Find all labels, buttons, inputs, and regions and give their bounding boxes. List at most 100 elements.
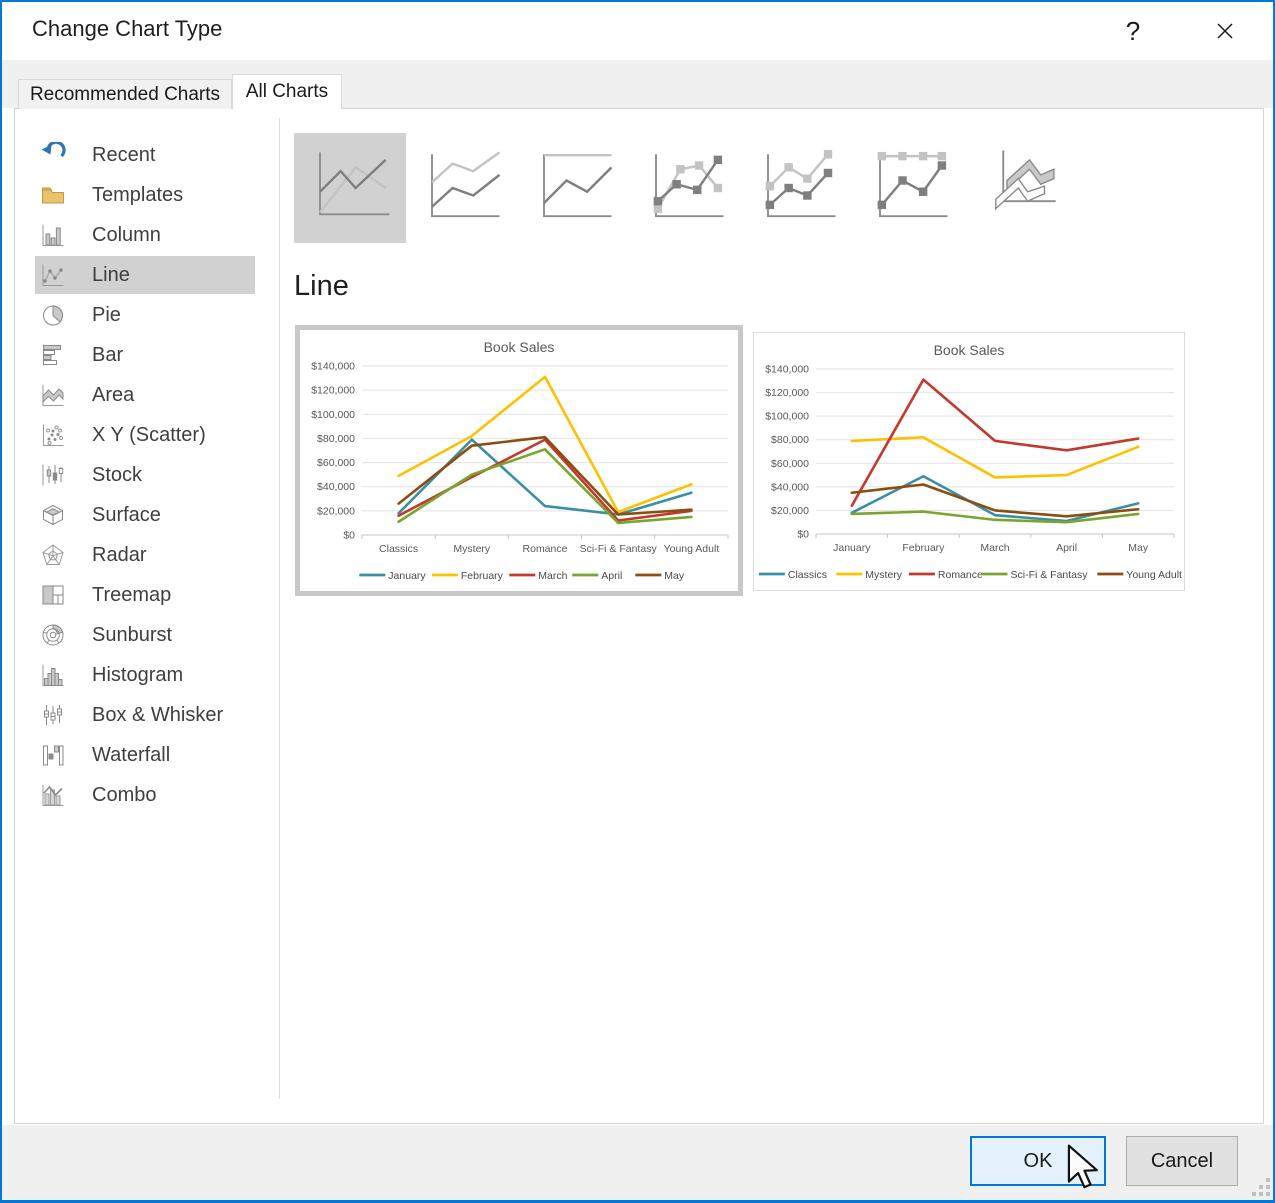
section-title: Line <box>294 270 349 303</box>
subtype-100-stacked-line-thumbnail[interactable] <box>518 133 630 243</box>
subtype-line-thumbnail[interactable] <box>294 133 406 243</box>
svg-text:May: May <box>664 570 685 582</box>
vertical-divider <box>279 118 280 1099</box>
subtype-stacked-line-thumbnail[interactable] <box>406 133 518 243</box>
tab-label: All Charts <box>246 81 328 103</box>
svg-text:$100,000: $100,000 <box>765 411 809 423</box>
sidebar-item-label: Treemap <box>92 576 171 614</box>
treemap-chart-icon <box>40 582 66 608</box>
sidebar-item-recent[interactable]: Recent <box>35 136 255 174</box>
svg-text:May: May <box>1128 542 1149 554</box>
recent-icon <box>40 142 66 168</box>
svg-text:$120,000: $120,000 <box>311 385 355 397</box>
svg-text:Young Adult: Young Adult <box>664 543 720 555</box>
box-whisker-chart-icon <box>40 702 66 728</box>
sidebar-item-combo[interactable]: Combo <box>35 776 255 814</box>
svg-text:$120,000: $120,000 <box>765 387 809 399</box>
svg-text:$100,000: $100,000 <box>311 409 355 421</box>
sidebar-item-histogram[interactable]: Histogram <box>35 656 255 694</box>
line-chart-icon <box>40 262 66 288</box>
close-icon <box>1215 21 1235 41</box>
sidebar-item-radar[interactable]: Radar <box>35 536 255 574</box>
svg-text:$60,000: $60,000 <box>771 458 809 470</box>
cancel-button[interactable]: Cancel <box>1126 1136 1238 1186</box>
sidebar-item-label: Column <box>92 216 161 254</box>
svg-text:Romance: Romance <box>523 543 568 555</box>
subtype-thumbnail-strip <box>294 133 1078 243</box>
stock-chart-icon <box>40 462 66 488</box>
sidebar-item-surface[interactable]: Surface <box>35 496 255 534</box>
sidebar-item-stock[interactable]: Stock <box>35 456 255 494</box>
sidebar-item-label: Surface <box>92 496 161 534</box>
svg-text:Romance: Romance <box>938 569 983 581</box>
svg-text:Mystery: Mystery <box>865 569 903 581</box>
tab-recommended-charts[interactable]: Recommended Charts <box>18 79 232 109</box>
svg-text:$40,000: $40,000 <box>317 481 355 493</box>
surface-chart-icon <box>40 502 66 528</box>
chart-preview-alternate[interactable]: $0$20,000$40,000$60,000$80,000$100,000$1… <box>753 332 1185 591</box>
svg-text:March: March <box>980 542 1009 554</box>
subtype-line-icon <box>302 143 398 233</box>
svg-text:February: February <box>902 542 945 554</box>
sidebar-item-x-y-scatter[interactable]: X Y (Scatter) <box>35 416 255 454</box>
sidebar-item-treemap[interactable]: Treemap <box>35 576 255 614</box>
subtype-3d-line-thumbnail[interactable] <box>966 133 1078 243</box>
sunburst-chart-icon <box>40 622 66 648</box>
svg-text:Classics: Classics <box>788 569 827 581</box>
sidebar-item-bar[interactable]: Bar <box>35 336 255 374</box>
subtype-line-markers-thumbnail[interactable] <box>630 133 742 243</box>
subtype-3d-line-icon <box>974 143 1070 233</box>
sidebar-item-label: Radar <box>92 536 146 574</box>
tab-label: Recommended Charts <box>30 84 220 106</box>
resize-grip[interactable] <box>1252 1178 1274 1200</box>
subtype-stacked-line-icon <box>414 143 510 233</box>
svg-text:$20,000: $20,000 <box>317 505 355 517</box>
chart-preview-selected[interactable]: $0$20,000$40,000$60,000$80,000$100,000$1… <box>295 325 743 596</box>
scatter-chart-icon <box>40 422 66 448</box>
sidebar-item-box-whisker[interactable]: Box & Whisker <box>35 696 255 734</box>
svg-text:April: April <box>601 570 622 582</box>
sidebar-item-label: Recent <box>92 136 155 174</box>
help-icon: ? <box>1126 16 1140 47</box>
histogram-chart-icon <box>40 662 66 688</box>
svg-text:Book Sales: Book Sales <box>484 339 555 355</box>
waterfall-chart-icon <box>40 742 66 768</box>
close-button[interactable] <box>1198 10 1252 52</box>
sidebar-item-label: Sunburst <box>92 616 172 654</box>
sidebar-item-label: X Y (Scatter) <box>92 416 206 454</box>
radar-chart-icon <box>40 542 66 568</box>
sidebar-item-label: Box & Whisker <box>92 696 223 734</box>
sidebar-item-column[interactable]: Column <box>35 216 255 254</box>
sidebar-item-label: Histogram <box>92 656 183 694</box>
change-chart-type-dialog: Change Chart Type ? Recommended Charts A… <box>0 0 1275 1203</box>
sidebar-item-sunburst[interactable]: Sunburst <box>35 616 255 654</box>
svg-text:February: February <box>461 570 504 582</box>
sidebar-item-label: Line <box>92 256 130 294</box>
help-button[interactable]: ? <box>1109 10 1157 52</box>
subtype-stacked-line-markers-thumbnail[interactable] <box>742 133 854 243</box>
svg-text:$60,000: $60,000 <box>317 457 355 469</box>
subtype-100-stacked-line-markers-thumbnail[interactable] <box>854 133 966 243</box>
sidebar-item-label: Templates <box>92 176 183 214</box>
column-chart-icon <box>40 222 66 248</box>
sidebar-item-templates[interactable]: Templates <box>35 176 255 214</box>
svg-text:January: January <box>833 542 871 554</box>
svg-text:Book Sales: Book Sales <box>934 342 1005 358</box>
sidebar-item-label: Combo <box>92 776 156 814</box>
book-sales-chart-by-genre: $0$20,000$40,000$60,000$80,000$100,000$1… <box>300 330 738 591</box>
area-chart-icon <box>40 382 66 408</box>
tab-all-charts[interactable]: All Charts <box>232 74 342 109</box>
svg-text:$20,000: $20,000 <box>771 505 809 517</box>
svg-text:$0: $0 <box>343 530 355 542</box>
sidebar-item-area[interactable]: Area <box>35 376 255 414</box>
subtype-100-stacked-line-markers-icon <box>862 143 958 233</box>
svg-text:April: April <box>1056 542 1077 554</box>
svg-text:$40,000: $40,000 <box>771 481 809 493</box>
sidebar-item-line[interactable]: Line <box>35 256 255 294</box>
sidebar-item-label: Waterfall <box>92 736 170 774</box>
sidebar-item-pie[interactable]: Pie <box>35 296 255 334</box>
pie-chart-icon <box>40 302 66 328</box>
svg-text:Sci-Fi & Fantasy: Sci-Fi & Fantasy <box>580 543 658 555</box>
svg-text:March: March <box>538 570 567 582</box>
sidebar-item-waterfall[interactable]: Waterfall <box>35 736 255 774</box>
